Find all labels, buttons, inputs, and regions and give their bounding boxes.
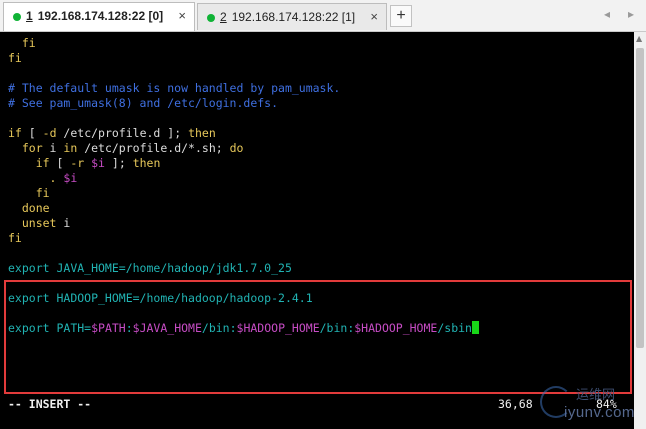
editor-line: for i in /etc/profile.d/*.sh; do bbox=[8, 141, 244, 156]
tab-session-1[interactable]: 1 192.168.174.128:22 [0] × bbox=[3, 2, 195, 31]
tab-label: 2 192.168.174.128:22 [1] bbox=[220, 10, 355, 24]
code-token: i bbox=[56, 216, 71, 230]
scrollbar-thumb[interactable] bbox=[636, 48, 644, 348]
connected-status-icon bbox=[13, 13, 21, 21]
code-token: then bbox=[132, 156, 161, 170]
code-token: fi bbox=[8, 36, 36, 50]
editor-line: fi bbox=[8, 231, 22, 246]
editor-line: fi bbox=[8, 51, 22, 66]
scroll-up-icon[interactable]: ▲ bbox=[636, 34, 642, 43]
code-token: $i bbox=[91, 156, 105, 170]
editor-line: fi bbox=[8, 186, 50, 201]
highlight-box bbox=[4, 280, 632, 394]
code-token: for bbox=[8, 141, 43, 155]
tab-label: 1 192.168.174.128:22 [0] bbox=[26, 9, 163, 23]
code-token: done bbox=[8, 201, 50, 215]
code-token: [ bbox=[21, 126, 43, 140]
tab-title: 192.168.174.128:22 [1] bbox=[231, 10, 356, 24]
vertical-scrollbar[interactable]: ▲ bbox=[634, 32, 646, 429]
code-token: export bbox=[8, 261, 50, 275]
code-token: JAVA_HOME=/home/hadoop/jdk1.7.0_25 bbox=[49, 261, 292, 275]
tab-scroll-left-icon[interactable]: ◂ bbox=[604, 7, 610, 21]
code-token: $i bbox=[63, 171, 78, 185]
tab-number: 1 bbox=[26, 9, 33, 23]
tab-title: 192.168.174.128:22 [0] bbox=[37, 9, 164, 23]
code-token: /etc/profile.d/*.sh; bbox=[77, 141, 230, 155]
watermark-cn-text: 运维网 bbox=[576, 388, 616, 403]
code-token: /etc/profile.d ]; bbox=[56, 126, 189, 140]
new-tab-button[interactable]: + bbox=[390, 5, 412, 27]
tab-bar: 1 192.168.174.128:22 [0] × 2 192.168.174.1… bbox=[0, 0, 646, 32]
code-token: i bbox=[42, 141, 64, 155]
tab-close-icon[interactable]: × bbox=[370, 9, 378, 24]
code-token: fi bbox=[8, 186, 50, 200]
code-token: fi bbox=[8, 231, 22, 245]
code-token: # See pam_umask(8) and /etc/login.defs. bbox=[8, 96, 279, 110]
watermark-en-text: iyunv.com bbox=[564, 404, 635, 421]
watermark-logo: 运维网 iyunv.com bbox=[540, 384, 644, 428]
editor-line: # See pam_umask(8) and /etc/login.defs. bbox=[8, 96, 278, 111]
cursor-position: 36,68 bbox=[498, 397, 533, 411]
code-token: if bbox=[8, 126, 22, 140]
tab-close-icon[interactable]: × bbox=[178, 8, 186, 23]
code-token: unset bbox=[8, 216, 57, 230]
editor-line: if [ -r $i ]; then bbox=[8, 156, 161, 171]
editor-line: unset i bbox=[8, 216, 70, 231]
code-token: # The default umask is now handled by pa… bbox=[8, 81, 341, 95]
code-token: . bbox=[8, 171, 57, 185]
editor-line: # The default umask is now handled by pa… bbox=[8, 81, 340, 96]
code-token: ]; bbox=[104, 156, 133, 170]
code-token: do bbox=[229, 141, 244, 155]
code-token: in bbox=[63, 141, 78, 155]
terminal-editor[interactable]: fi fi # The default umask is now handled b… bbox=[0, 32, 634, 429]
code-token: fi bbox=[8, 51, 22, 65]
editor-line: export JAVA_HOME=/home/hadoop/jdk1.7.0_2… bbox=[8, 261, 292, 276]
tab-session-2[interactable]: 2 192.168.174.128:22 [1] × bbox=[197, 3, 387, 30]
code-token: if bbox=[8, 156, 50, 170]
tab-number: 2 bbox=[220, 10, 227, 24]
vim-mode-indicator: -- INSERT -- bbox=[8, 397, 92, 411]
code-token: -r bbox=[70, 156, 85, 170]
code-token: then bbox=[188, 126, 216, 140]
editor-line: if [ -d /etc/profile.d ]; then bbox=[8, 126, 216, 141]
editor-line: done bbox=[8, 201, 50, 216]
tab-scroll-right-icon[interactable]: ▸ bbox=[628, 7, 634, 21]
connected-status-icon bbox=[207, 14, 215, 22]
code-token: [ bbox=[49, 156, 71, 170]
editor-line: . $i bbox=[8, 171, 78, 186]
code-token: -d bbox=[42, 126, 57, 140]
editor-line: fi bbox=[8, 36, 36, 51]
